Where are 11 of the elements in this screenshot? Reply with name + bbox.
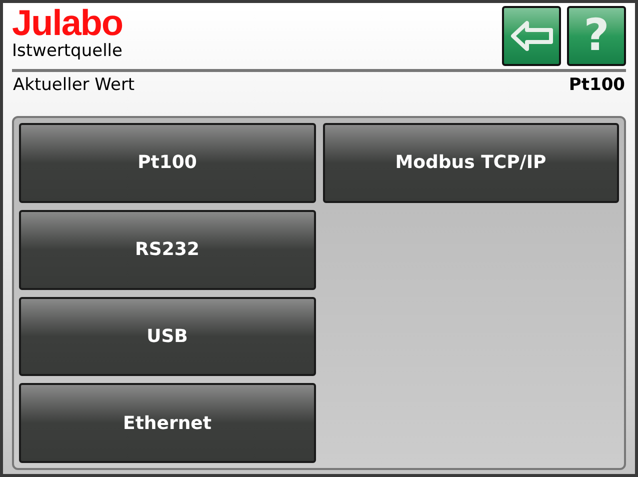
screen-title: Istwertquelle — [12, 41, 123, 61]
back-button[interactable] — [502, 6, 561, 66]
option-button[interactable]: Ethernet — [19, 383, 316, 463]
option-button[interactable]: RS232 — [19, 210, 316, 290]
current-value-label: Aktueller Wert — [13, 74, 135, 98]
brand-logo: Julabo — [12, 5, 123, 41]
left-arrow-icon — [510, 20, 554, 52]
option-button[interactable]: Pt100 — [19, 123, 316, 203]
option-button[interactable]: Modbus TCP/IP — [322, 123, 619, 203]
current-value: Pt100 — [568, 74, 625, 98]
option-button[interactable]: USB — [19, 296, 316, 376]
